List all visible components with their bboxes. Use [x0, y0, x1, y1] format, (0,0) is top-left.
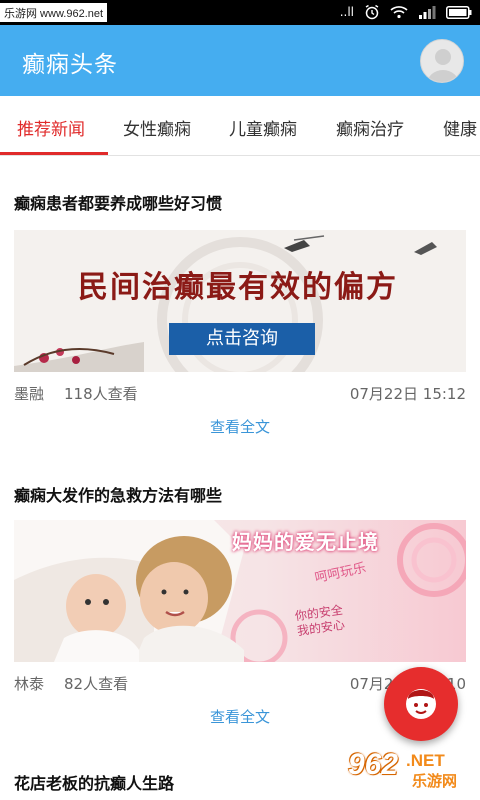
article-views: 118人查看 [64, 385, 138, 403]
article-image[interactable]: 妈妈的爱无止境 呵呵玩乐 你的安全 我的安心 [14, 520, 466, 662]
active-tab-indicator [0, 152, 108, 155]
tab-recommended-news[interactable]: 推荐新闻 [17, 115, 85, 140]
watermark-suffix: .NET [406, 751, 445, 770]
alarm-icon [365, 4, 379, 20]
article-author: 林泰 [14, 675, 45, 693]
consult-button[interactable]: 点击咨询 [169, 323, 315, 355]
banner-headline: 妈妈的爱无止境 [232, 530, 379, 554]
article-title[interactable]: 癫痫患者都要养成哪些好习惯 [14, 190, 222, 214]
tab-child-epilepsy[interactable]: 儿童癫痫 [229, 115, 297, 140]
wifi-icon [390, 6, 408, 19]
face-icon [406, 689, 436, 719]
app-bar: 癫痫头条 [0, 25, 480, 96]
avatar-icon[interactable] [420, 39, 464, 83]
battery-icon [446, 5, 472, 19]
notification-dots: ..ll [339, 5, 354, 19]
tab-epilepsy-treatment[interactable]: 癫痫治疗 [336, 115, 404, 140]
news-item[interactable]: 癫痫患者都要养成哪些好习惯 民间治癫最有效的偏方 点击咨询 墨融 118人查看 … [0, 157, 480, 447]
article-title[interactable]: 癫痫大发作的急救方法有哪些 [14, 482, 222, 506]
app-title: 癫痫头条 [22, 52, 118, 78]
status-bar: 乐游网 www.962.net ..ll [0, 0, 480, 25]
tab-female-epilepsy[interactable]: 女性癫痫 [123, 115, 191, 140]
category-tabs: 推荐新闻 女性癫痫 儿童癫痫 癫痫治疗 健康 [0, 96, 480, 156]
article-author: 墨融 [14, 385, 45, 403]
status-icons: ..ll [340, 4, 472, 20]
banner-headline: 民间治癫最有效的偏方 [78, 270, 398, 305]
signal-icon [419, 6, 436, 19]
chat-fab-button[interactable] [384, 667, 458, 741]
article-views: 82人查看 [64, 675, 129, 693]
article-time: 07月22日 15:12 [349, 385, 466, 403]
article-image[interactable]: 民间治癫最有效的偏方 点击咨询 [14, 230, 466, 372]
corner-watermark: 乐游网 www.962.net [0, 3, 108, 22]
watermark-cn: 乐游网 [412, 772, 458, 790]
site-watermark: 962 .NET 乐游网 [342, 748, 474, 796]
watermark-brand: 962 [348, 748, 399, 781]
read-more-link[interactable]: 查看全文 [0, 416, 480, 437]
tab-health[interactable]: 健康 [443, 115, 477, 140]
article-title[interactable]: 花店老板的抗癫人生路 [14, 770, 174, 794]
